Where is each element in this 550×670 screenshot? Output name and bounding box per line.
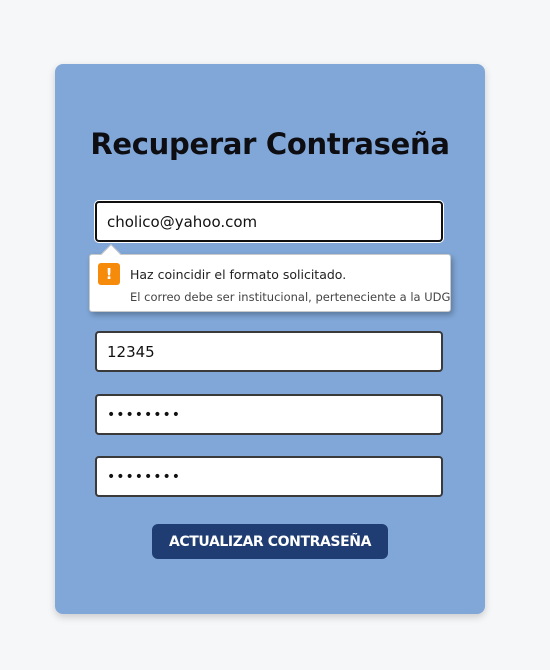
- tooltip-detail: El correo debe ser institucional, perten…: [130, 290, 451, 304]
- update-password-button[interactable]: ACTUALIZAR CONTRASEÑA: [152, 524, 388, 559]
- confirm-password-field[interactable]: ••••••••: [95, 456, 443, 497]
- warning-icon: !: [98, 263, 120, 285]
- confirm-password-value: ••••••••: [107, 468, 182, 485]
- page-title: Recuperar Contraseña: [90, 127, 450, 161]
- tooltip-arrow: [101, 244, 121, 264]
- new-password-value: ••••••••: [107, 406, 182, 423]
- code-field-value: 12345: [107, 342, 155, 361]
- validation-tooltip: ! Haz coincidir el formato solicitado. E…: [89, 244, 451, 312]
- recover-password-card: Recuperar Contraseña cholico@yahoo.com !…: [55, 64, 485, 614]
- tooltip-message: Haz coincidir el formato solicitado.: [130, 267, 347, 282]
- new-password-field[interactable]: ••••••••: [95, 394, 443, 435]
- code-field[interactable]: 12345: [95, 331, 443, 372]
- email-field[interactable]: cholico@yahoo.com: [95, 201, 443, 242]
- email-field-value: cholico@yahoo.com: [107, 212, 258, 231]
